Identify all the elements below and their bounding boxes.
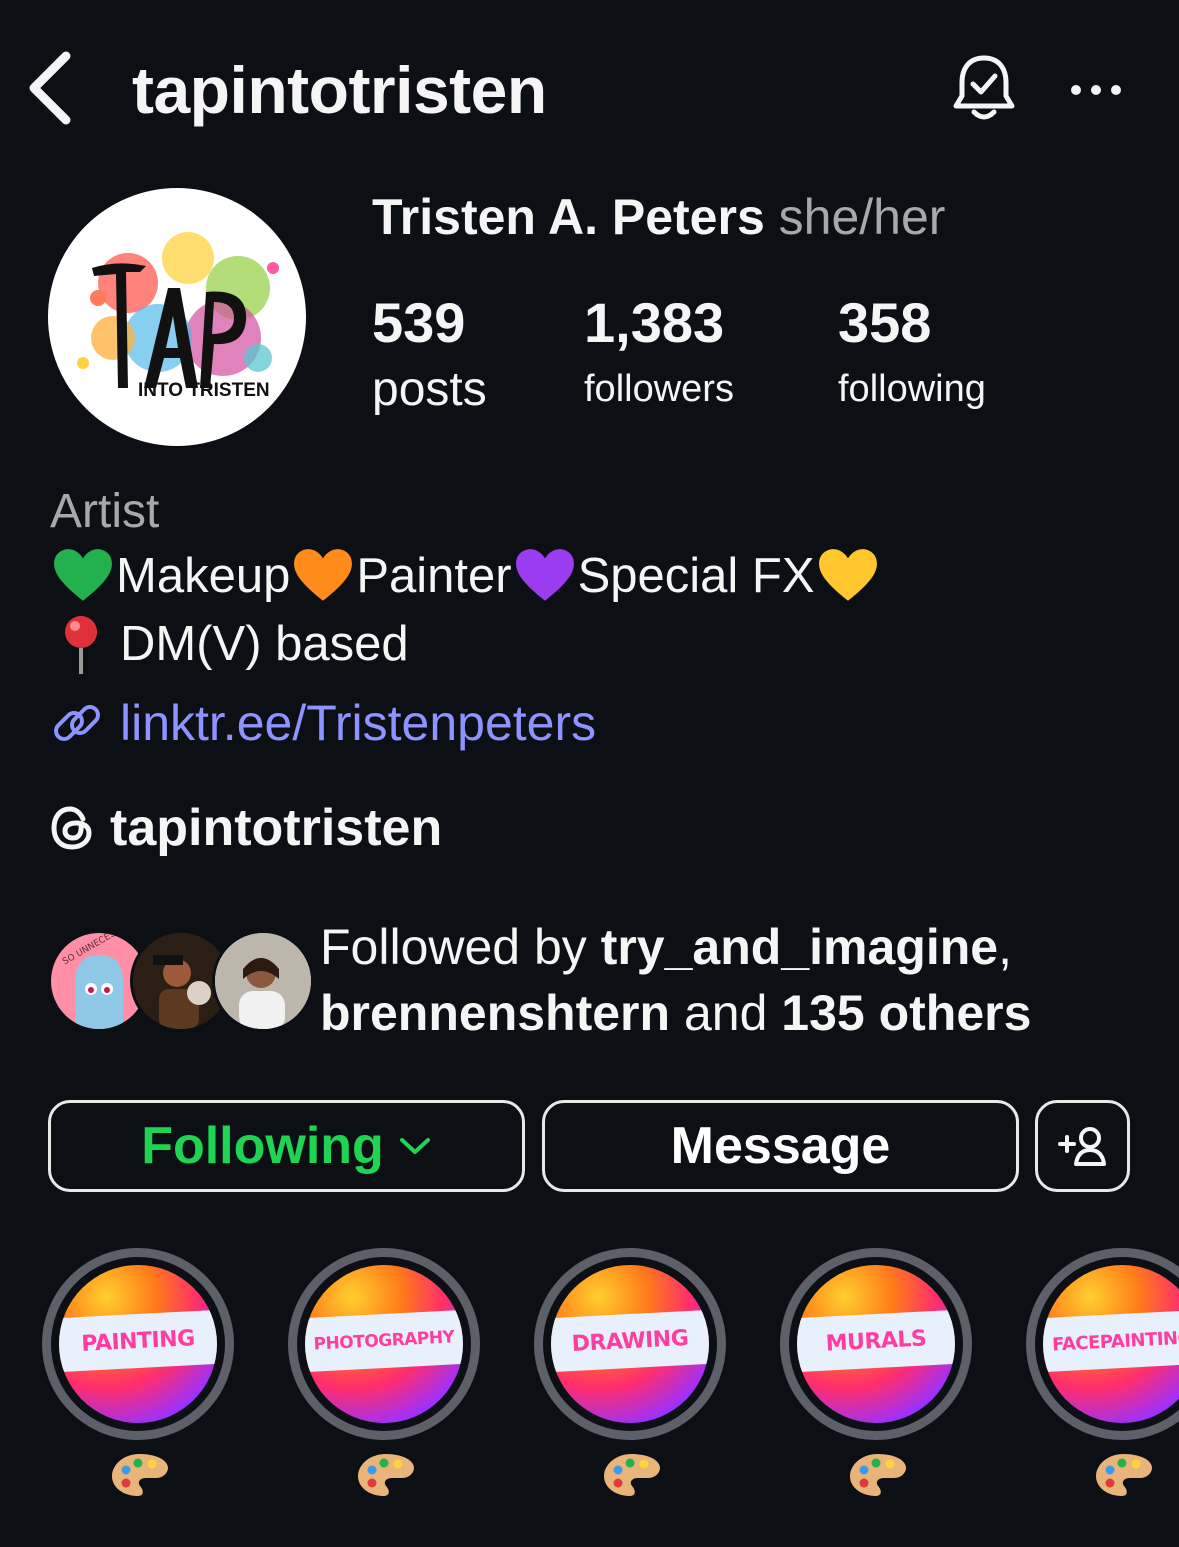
followed-by-separator: , bbox=[998, 919, 1012, 975]
logo-subtext: INTO TRISTEN bbox=[138, 380, 270, 401]
highlight-banner: MURALS bbox=[797, 1309, 955, 1373]
highlight-title: FACEPAINTING bbox=[1051, 1326, 1179, 1355]
highlight-title: DRAWING bbox=[571, 1325, 689, 1357]
profile-link[interactable]: linktr.ee/Tristenpeters bbox=[120, 694, 596, 752]
highlight-title: PAINTING bbox=[80, 1325, 196, 1357]
bio-location: DM(V) based bbox=[120, 617, 409, 671]
highlight-banner: PHOTOGRAPHY bbox=[305, 1309, 463, 1373]
more-options-icon[interactable] bbox=[1068, 76, 1124, 104]
bio-special-fx: Special FX bbox=[577, 549, 815, 603]
followed-by-text[interactable]: Followed by try_and_imagine, brennenshte… bbox=[320, 914, 1170, 1046]
highlight-photography[interactable]: PHOTOGRAPHY bbox=[288, 1248, 480, 1440]
highlight-drawing[interactable]: DRAWING bbox=[534, 1248, 726, 1440]
artist-palette-icon bbox=[604, 1454, 660, 1496]
person-photo-icon bbox=[215, 933, 311, 1029]
bio-makeup: Makeup bbox=[116, 549, 291, 603]
followed-by-and: and bbox=[670, 985, 782, 1041]
artist-palette-icon bbox=[112, 1454, 168, 1496]
mutual-others-count[interactable]: 135 others bbox=[781, 985, 1031, 1041]
highlight-ring: MURALS bbox=[780, 1248, 972, 1440]
link-icon bbox=[54, 705, 100, 741]
profile-avatar[interactable]: INTO TRISTEN bbox=[48, 188, 306, 446]
back-chevron-icon[interactable] bbox=[22, 48, 82, 128]
highlight-title: MURALS bbox=[825, 1325, 927, 1356]
highlight-facepainting[interactable]: FACEPAINTING bbox=[1026, 1248, 1179, 1440]
highlight-title: PHOTOGRAPHY bbox=[313, 1327, 455, 1355]
message-button-label: Message bbox=[670, 1117, 891, 1175]
highlight-cover: FACEPAINTING bbox=[1043, 1265, 1179, 1423]
followers-count[interactable]: 1,383 bbox=[584, 290, 724, 355]
round-pushpin-icon bbox=[65, 616, 97, 674]
chevron-down-icon bbox=[399, 1138, 430, 1154]
following-label[interactable]: following bbox=[838, 368, 986, 411]
profile-category: Artist bbox=[50, 485, 160, 538]
profile-link-row[interactable]: linktr.ee/Tristenpeters bbox=[50, 694, 596, 752]
suggested-accounts-button[interactable] bbox=[1035, 1100, 1130, 1192]
orange-heart-icon bbox=[294, 549, 353, 601]
bio-line-1: Makeup Painter Special FX bbox=[50, 546, 881, 606]
header-username: tapintotristen bbox=[132, 53, 547, 127]
mutual-user-1[interactable]: try_and_imagine bbox=[601, 919, 998, 975]
display-name-text: Tristen A. Peters bbox=[372, 189, 765, 245]
highlight-painting[interactable]: PAINTING bbox=[42, 1248, 234, 1440]
highlight-cover: PAINTING bbox=[59, 1265, 217, 1423]
highlight-cover: DRAWING bbox=[551, 1265, 709, 1423]
threads-badge[interactable]: tapintotristen bbox=[50, 798, 442, 858]
message-button[interactable]: Message bbox=[542, 1100, 1019, 1192]
followers-label[interactable]: followers bbox=[584, 368, 734, 411]
following-button-label: Following bbox=[141, 1117, 384, 1175]
display-name: Tristen A. Peters she/her bbox=[372, 188, 945, 246]
artist-palette-icon bbox=[850, 1454, 906, 1496]
mutual-user-2[interactable]: brennenshtern bbox=[320, 985, 670, 1041]
posts-count[interactable]: 539 bbox=[372, 290, 465, 355]
artist-palette-icon bbox=[358, 1454, 414, 1496]
followed-by-prefix: Followed by bbox=[320, 919, 601, 975]
highlight-ring: PHOTOGRAPHY bbox=[288, 1248, 480, 1440]
highlight-ring: FACEPAINTING bbox=[1026, 1248, 1179, 1440]
mutual-followers-avatars[interactable]: SO UNNECESSARY bbox=[48, 930, 314, 1032]
artist-palette-icon bbox=[1096, 1454, 1152, 1496]
bio-line-2: DM(V) based bbox=[50, 612, 409, 676]
highlight-ring: DRAWING bbox=[534, 1248, 726, 1440]
highlight-ring: PAINTING bbox=[42, 1248, 234, 1440]
highlight-banner: PAINTING bbox=[59, 1309, 217, 1373]
pronouns: she/her bbox=[778, 189, 946, 245]
yellow-heart-icon bbox=[818, 549, 877, 601]
threads-icon bbox=[51, 806, 92, 850]
highlight-banner: DRAWING bbox=[551, 1309, 709, 1373]
highlight-banner: FACEPAINTING bbox=[1043, 1309, 1179, 1373]
posts-label[interactable]: posts bbox=[372, 362, 487, 417]
bio-painter: Painter bbox=[356, 549, 512, 603]
avatar-mutual-3[interactable] bbox=[212, 930, 314, 1032]
add-person-icon bbox=[1057, 1127, 1106, 1166]
notification-bell-icon[interactable] bbox=[948, 50, 1020, 126]
green-heart-icon bbox=[54, 549, 112, 601]
highlight-cover: PHOTOGRAPHY bbox=[305, 1265, 463, 1423]
threads-handle[interactable]: tapintotristen bbox=[110, 798, 442, 858]
following-button[interactable]: Following bbox=[48, 1100, 525, 1192]
purple-heart-icon bbox=[515, 549, 574, 601]
highlight-murals[interactable]: MURALS bbox=[780, 1248, 972, 1440]
highlight-cover: MURALS bbox=[797, 1265, 955, 1423]
following-count[interactable]: 358 bbox=[838, 290, 931, 355]
tap-logo-icon: INTO TRISTEN bbox=[77, 232, 279, 401]
